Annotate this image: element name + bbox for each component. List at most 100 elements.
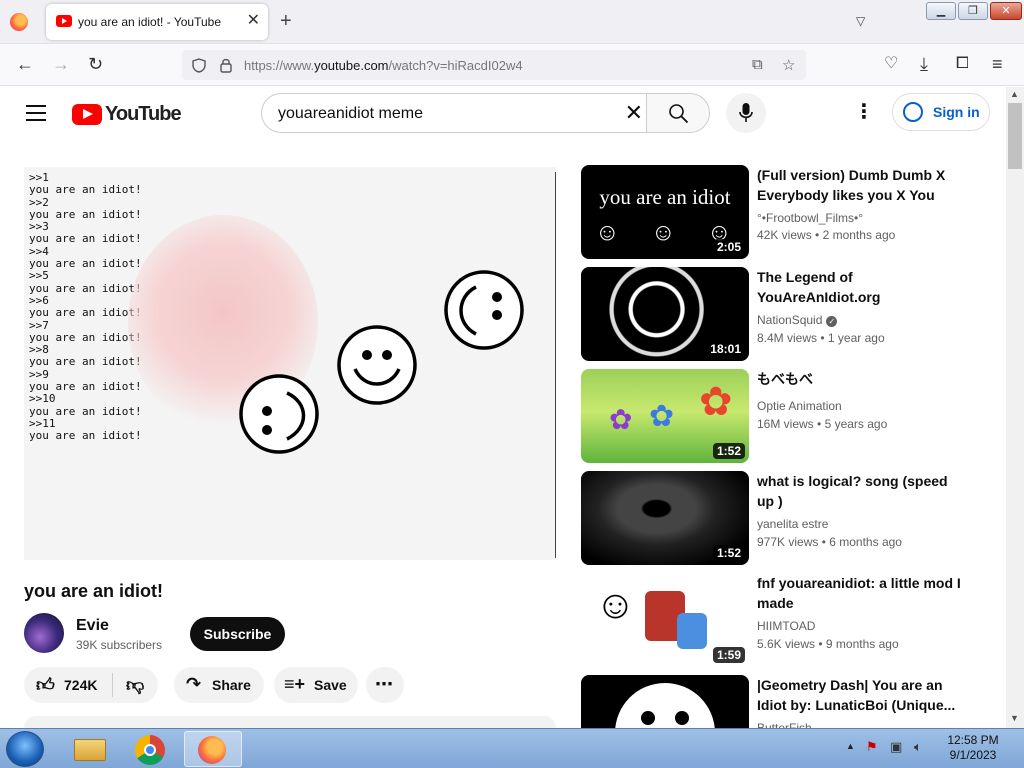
taskbar-chrome[interactable] bbox=[122, 731, 180, 767]
video-thumbnail[interactable]: ☺ 1:59 bbox=[581, 573, 749, 667]
scroll-up-arrow-icon[interactable]: ▲ bbox=[1010, 89, 1019, 99]
video-channel-name[interactable]: Optie Animation bbox=[757, 399, 842, 413]
picture-in-picture-icon[interactable]: ⧉ bbox=[752, 56, 763, 73]
video-thumbnail[interactable]: 18:01 bbox=[581, 267, 749, 361]
video-meta: 5.6K views • 9 months ago bbox=[757, 637, 899, 651]
page-scrollbar[interactable]: ▲ ▼ bbox=[1006, 87, 1024, 728]
channel-avatar[interactable] bbox=[24, 613, 64, 653]
system-clock[interactable]: 12:58 PM 9/1/2023 bbox=[944, 733, 1002, 763]
video-title-link[interactable]: (Full version) Dumb Dumb X Everybody lik… bbox=[757, 165, 967, 205]
bookmark-star-icon[interactable]: ☆ bbox=[782, 56, 795, 74]
recommended-video[interactable]: ☺ 1:59 fnf youareanidiot: a little mod I m… bbox=[581, 573, 991, 667]
search-button[interactable] bbox=[646, 93, 710, 133]
video-channel-name[interactable]: yanelita estre bbox=[757, 517, 828, 531]
volume-icon[interactable]: 🔈︎ bbox=[914, 739, 922, 755]
search-input[interactable]: youareanidiot meme ✕ bbox=[261, 93, 647, 133]
video-thumbnail[interactable]: you are an idiot ☺ ☺ ☺ 2:05 bbox=[581, 165, 749, 259]
tray-expand-icon[interactable]: ▲ bbox=[846, 741, 855, 751]
more-actions-button[interactable]: ⋯ bbox=[366, 667, 404, 703]
clock-date: 9/1/2023 bbox=[949, 748, 997, 762]
recommended-video[interactable]: you are an idiot ☺ ☺ ☺ 2:05 (Full version) Du… bbox=[581, 165, 991, 259]
chrome-icon bbox=[135, 735, 165, 765]
like-count[interactable]: 724K bbox=[64, 677, 97, 693]
back-arrow-icon[interactable]: ← bbox=[16, 54, 34, 74]
video-duration: 1:59 bbox=[712, 647, 745, 663]
browser-tab-active[interactable]: you are an idiot! - YouTube ✕ bbox=[46, 4, 268, 40]
sign-in-button[interactable]: Sign in bbox=[892, 93, 990, 131]
voice-search-button[interactable] bbox=[726, 93, 766, 133]
video-title-link[interactable]: もべもべ bbox=[757, 369, 967, 389]
smiley-face-tilted-right bbox=[444, 270, 524, 350]
new-tab-button[interactable]: + bbox=[280, 10, 292, 32]
subscribe-button[interactable]: Subscribe bbox=[190, 617, 285, 651]
guide-menu-icon[interactable] bbox=[26, 105, 46, 121]
network-icon[interactable]: ▣ bbox=[890, 739, 902, 755]
video-title-link[interactable]: The Legend of YouAreAnIdiot.org bbox=[757, 267, 967, 307]
browser-nav-bar: ← → ↻ https://www.youtube.com/watch?v=hi… bbox=[0, 44, 1024, 86]
extensions-icon[interactable]: ⧠ bbox=[956, 54, 969, 74]
video-channel-name[interactable]: HIIMTOAD bbox=[757, 619, 815, 633]
recommended-video[interactable]: ✿ ✿ ✿ 1:52 もべもべ Optie Animation 16M views • 5 … bbox=[581, 369, 991, 463]
firefox-icon[interactable] bbox=[10, 13, 28, 31]
channel-name[interactable]: Evie bbox=[76, 617, 109, 635]
account-icon bbox=[903, 102, 923, 122]
app-menu-icon[interactable]: ≡ bbox=[992, 54, 1003, 74]
terminal-line: you are an idiot! bbox=[29, 232, 142, 246]
channel-label: °•Frootbowl_Films•° bbox=[757, 211, 864, 225]
close-icon[interactable]: ✕ bbox=[990, 2, 1022, 20]
save-playlist-add-icon: ≡+ bbox=[284, 674, 306, 694]
video-duration: 1:52 bbox=[712, 443, 745, 459]
restore-icon[interactable]: ❐ bbox=[958, 2, 988, 20]
url-text[interactable]: https://www.youtube.com/watch?v=hiRacdI0… bbox=[244, 58, 523, 73]
shield-icon[interactable] bbox=[192, 58, 206, 73]
forward-arrow-icon[interactable]: → bbox=[52, 54, 70, 74]
video-thumbnail[interactable]: ✿ ✿ ✿ 1:52 bbox=[581, 369, 749, 463]
search-query-text[interactable]: youareanidiot meme bbox=[278, 105, 423, 123]
clock-time: 12:58 PM bbox=[947, 733, 999, 747]
video-channel-name[interactable]: °•Frootbowl_Films•° bbox=[757, 211, 863, 225]
lock-icon[interactable] bbox=[220, 57, 232, 73]
video-player[interactable]: >>1 you are an idiot! >>2 you are an idiot!… bbox=[24, 167, 556, 560]
recommended-video[interactable]: 1:52 what is logical? song (speed up ) yan… bbox=[581, 471, 991, 565]
terminal-line: you are an idiot! bbox=[29, 183, 142, 197]
terminal-line: you are an idiot! bbox=[29, 306, 142, 320]
thumbnail-smiley-icon: ☺ bbox=[651, 219, 676, 246]
like-divider bbox=[112, 673, 113, 697]
video-title-link[interactable]: fnf youareanidiot: a little mod I made bbox=[757, 573, 967, 613]
video-title-link[interactable]: |Geometry Dash| You are an Idiot by: Lun… bbox=[757, 675, 967, 715]
action-center-flag-icon[interactable]: ⚑ bbox=[866, 739, 878, 755]
scroll-down-arrow-icon[interactable]: ▼ bbox=[1010, 713, 1019, 723]
list-all-tabs-chevron-icon[interactable]: ▽ bbox=[856, 14, 865, 28]
settings-kebab-icon[interactable]: ⋮ bbox=[854, 101, 874, 123]
scroll-thumb[interactable] bbox=[1008, 103, 1022, 169]
share-button[interactable]: ↷ Share bbox=[174, 667, 264, 703]
video-thumbnail[interactable]: 1:52 bbox=[581, 471, 749, 565]
youtube-logo[interactable]: YouTube bbox=[72, 103, 182, 126]
url-bar[interactable]: https://www.youtube.com/watch?v=hiRacdI0… bbox=[182, 50, 806, 80]
reload-icon[interactable]: ↻ bbox=[88, 54, 103, 74]
minimize-icon[interactable]: ▁ bbox=[926, 2, 956, 20]
clear-search-icon[interactable]: ✕ bbox=[625, 100, 643, 126]
video-title-link[interactable]: what is logical? song (speed up ) bbox=[757, 471, 967, 511]
tab-close-icon[interactable]: ✕ bbox=[247, 12, 260, 30]
taskbar-file-explorer[interactable] bbox=[62, 731, 120, 767]
pocket-icon[interactable]: ♡ bbox=[884, 54, 898, 74]
search-icon bbox=[669, 104, 689, 124]
like-thumb-up-icon[interactable]: 👍︎ bbox=[36, 674, 55, 696]
thumbnail-smiley-icon: ☺ bbox=[595, 219, 620, 246]
recommended-video[interactable]: 18:01 The Legend of YouAreAnIdiot.org Nati… bbox=[581, 267, 991, 361]
video-channel-name[interactable]: NationSquid ✓ bbox=[757, 313, 838, 327]
upload-age: 5 years ago bbox=[824, 417, 888, 431]
terminal-line: you are an idiot! bbox=[29, 355, 142, 369]
downloads-icon[interactable]: ⤓ bbox=[920, 54, 928, 74]
save-button[interactable]: ≡+ Save bbox=[274, 667, 358, 703]
dislike-thumb-down-icon[interactable]: 👎︎ bbox=[126, 674, 144, 696]
start-button[interactable] bbox=[6, 731, 44, 767]
thumbnail-eye bbox=[641, 711, 655, 725]
video-meta: 16M views • 5 years ago bbox=[757, 417, 888, 431]
thumbnail-character bbox=[677, 613, 707, 649]
taskbar-firefox[interactable] bbox=[184, 731, 242, 767]
view-count: 16M views bbox=[757, 417, 814, 431]
video-meta: 42K views • 2 months ago bbox=[757, 228, 896, 242]
view-count: 8.4M views bbox=[757, 331, 818, 345]
